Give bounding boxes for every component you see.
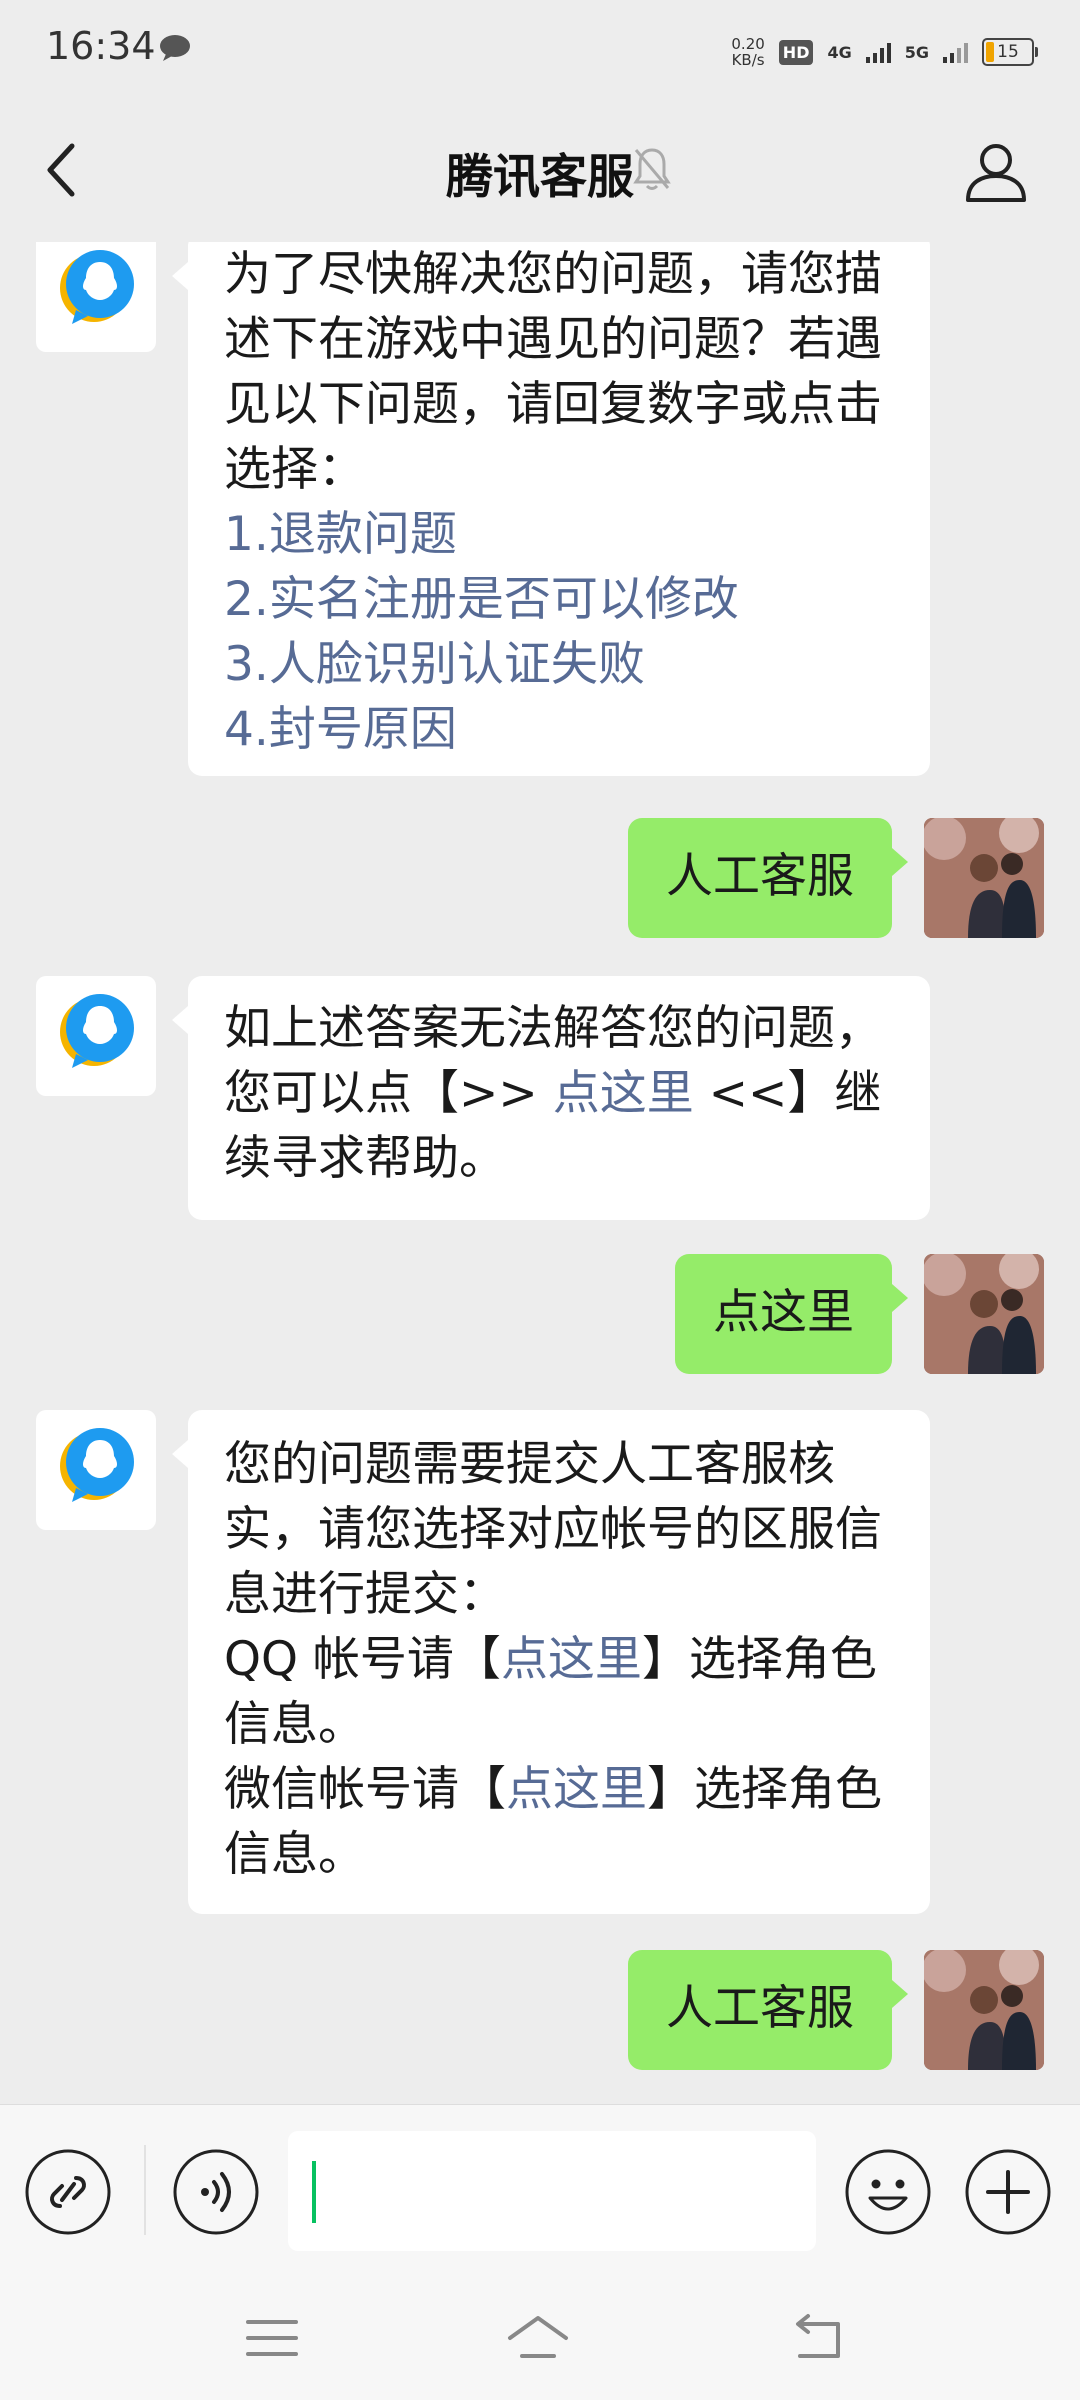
message-bubble: 人工客服: [628, 818, 908, 938]
message-text: QQ 帐号请【: [224, 1632, 501, 1687]
plus-icon[interactable]: [964, 2148, 1052, 2236]
message-input[interactable]: [288, 2131, 816, 2251]
wechat-account-line: 微信帐号请【点这里】选择角色信息。: [224, 1757, 894, 1887]
help-link[interactable]: 点这里: [553, 1066, 694, 1121]
message-input-bar: [0, 2104, 1080, 2275]
bell-off-icon: [633, 148, 671, 190]
text-cursor: [312, 2161, 316, 2223]
network-speed-unit: KB/s: [731, 51, 765, 69]
user-avatar[interactable]: [924, 1254, 1044, 1374]
quick-reply-link[interactable]: 4.封号原因: [224, 697, 894, 762]
tencent-service-avatar[interactable]: [36, 242, 156, 352]
sim1-network-label: 4G: [827, 42, 852, 62]
person-icon[interactable]: [964, 140, 1028, 204]
outgoing-message: 点这里: [0, 1254, 1080, 1374]
qq-account-line: QQ 帐号请【点这里】选择角色信息。: [224, 1627, 894, 1757]
message-bubble: 您的问题需要提交人工客服核实，请您选择对应帐号的区服信息进行提交： QQ 帐号请…: [172, 1410, 930, 1914]
home-icon[interactable]: [506, 2312, 570, 2364]
message-bubble: 点这里: [675, 1254, 908, 1374]
user-photo: [924, 1950, 1044, 2070]
quick-reply-link[interactable]: 1.退款问题: [224, 502, 894, 567]
voice-icon[interactable]: [172, 2148, 260, 2236]
outgoing-message: 人工客服: [0, 818, 1080, 938]
battery-icon: 15: [982, 38, 1038, 66]
message-bubble: 如上述答案无法解答您的问题，您可以点【>> 点这里 <<】继续寻求帮助。: [172, 976, 930, 1220]
network-speed: 0.20 KB/s: [731, 36, 764, 68]
outgoing-message: 人工客服: [0, 1950, 1080, 2070]
system-navigation-bar: [0, 2274, 1080, 2400]
message-bubble: 为了尽快解决您的问题，请您描述下在游戏中遇见的问题？若遇见以下问题，请回复数字或…: [172, 242, 930, 776]
user-avatar[interactable]: [924, 1950, 1044, 2070]
tencent-service-avatar[interactable]: [36, 1410, 156, 1530]
message-list[interactable]: 为了尽快解决您的问题，请您描述下在游戏中遇见的问题？若遇见以下问题，请回复数字或…: [0, 242, 1080, 2104]
battery-level: 15: [997, 42, 1019, 62]
qq-logo-icon: [60, 994, 134, 1068]
user-photo: [924, 1254, 1044, 1374]
menu-icon[interactable]: [240, 2312, 304, 2364]
hd-badge: HD: [778, 39, 814, 65]
incoming-message: 您的问题需要提交人工客服核实，请您选择对应帐号的区服信息进行提交： QQ 帐号请…: [0, 1410, 1080, 1914]
qq-account-link[interactable]: 点这里: [501, 1632, 642, 1687]
user-avatar[interactable]: [924, 818, 1044, 938]
return-icon[interactable]: [790, 2312, 854, 2364]
tencent-service-avatar[interactable]: [36, 976, 156, 1096]
smiley-icon[interactable]: [844, 2148, 932, 2236]
message-text: 人工客服: [666, 1981, 854, 2036]
user-photo: [924, 818, 1044, 938]
sim2-network-label: 5G: [904, 42, 929, 62]
link-icon[interactable]: [24, 2148, 112, 2236]
quick-reply-link[interactable]: 3.人脸识别认证失败: [224, 632, 894, 697]
message-text: 微信帐号请【: [224, 1762, 506, 1817]
message-text: 为了尽快解决您的问题，请您描述下在游戏中遇见的问题？若遇见以下问题，请回复数字或…: [224, 247, 882, 497]
signal-strength-icon: [865, 41, 891, 63]
status-indicators: 0.20 KB/s HD 4G 5G 15: [731, 30, 1038, 74]
message-text: 您的问题需要提交人工客服核实，请您选择对应帐号的区服信息进行提交：: [224, 1437, 882, 1622]
quick-reply-link[interactable]: 2.实名注册是否可以修改: [224, 567, 894, 632]
status-time: 16:34: [46, 24, 156, 68]
network-speed-value: 0.20: [731, 35, 765, 53]
page-title: 腾讯客服: [446, 150, 634, 205]
message-text: 人工客服: [666, 849, 854, 904]
wechat-account-link[interactable]: 点这里: [506, 1762, 647, 1817]
chat-notification-icon: [160, 35, 190, 61]
message-text: 点这里: [713, 1285, 854, 1340]
chat-header: 腾讯客服: [0, 100, 1080, 242]
qq-logo-icon: [60, 1428, 134, 1502]
status-bar: 16:34 0.20 KB/s HD 4G 5G 15: [0, 0, 1080, 100]
divider: [144, 2145, 146, 2235]
message-bubble: 人工客服: [628, 1950, 908, 2070]
signal-strength-icon: [943, 41, 968, 63]
incoming-message: 为了尽快解决您的问题，请您描述下在游戏中遇见的问题？若遇见以下问题，请回复数字或…: [0, 242, 1080, 776]
qq-logo-icon: [60, 250, 134, 324]
incoming-message: 如上述答案无法解答您的问题，您可以点【>> 点这里 <<】继续寻求帮助。: [0, 976, 1080, 1220]
